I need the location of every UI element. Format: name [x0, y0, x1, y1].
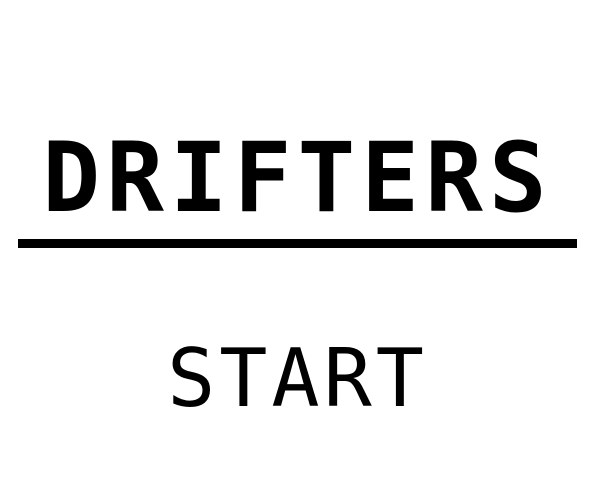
title-underline: [18, 239, 577, 248]
title-screen: DRIFTERS START: [0, 0, 595, 480]
game-title: DRIFTERS: [42, 122, 553, 234]
start-button[interactable]: START: [0, 336, 595, 422]
